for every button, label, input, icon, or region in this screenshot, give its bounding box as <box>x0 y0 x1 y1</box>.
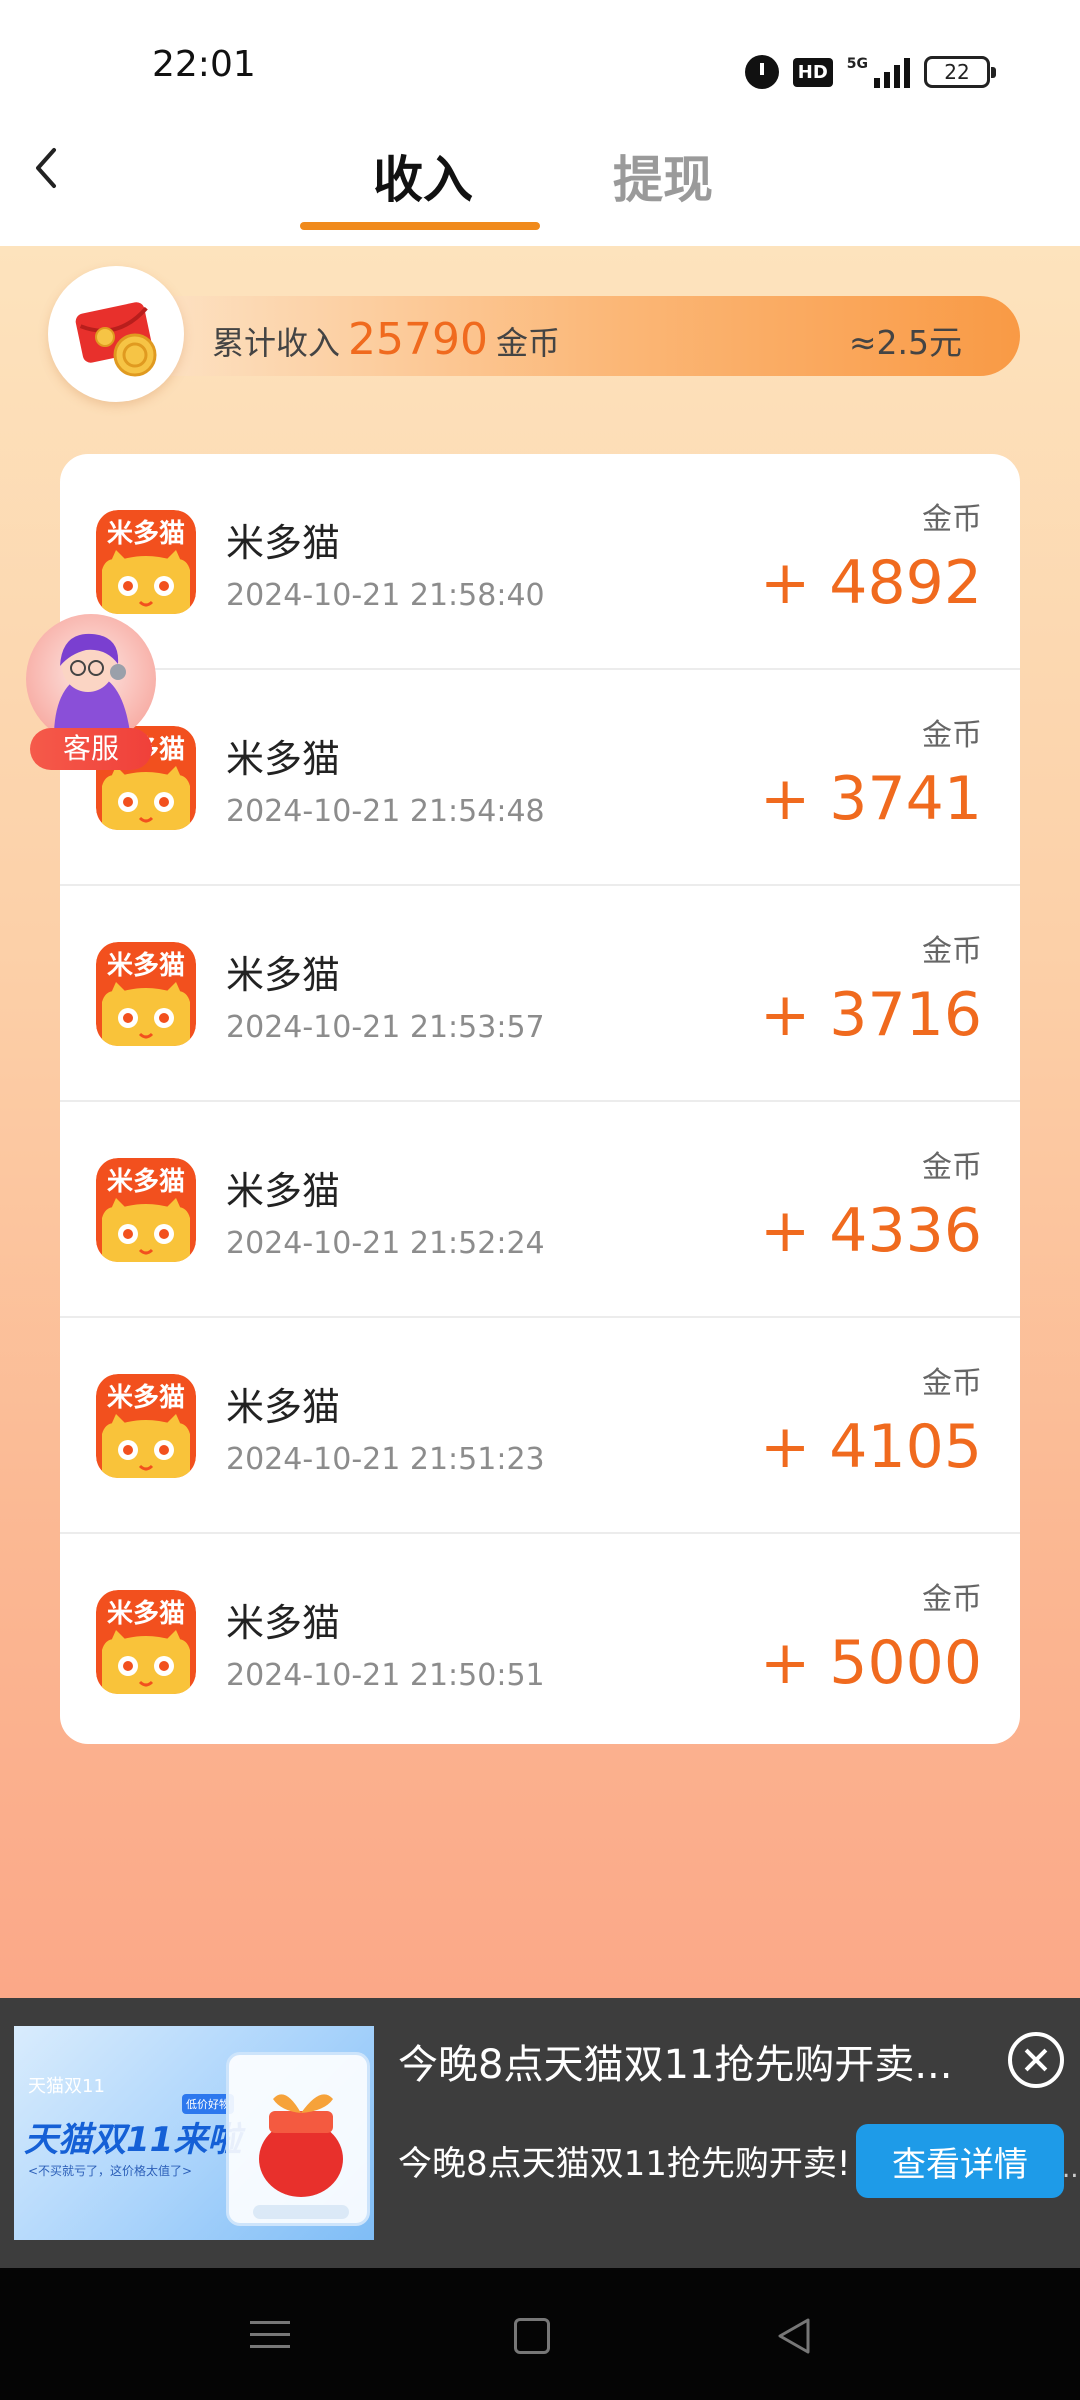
summary-text: 累计收入 25790 金币 <box>212 314 560 365</box>
record-time: 2024-10-21 21:50:51 <box>226 1658 545 1693</box>
ad-image[interactable]: 天猫双11 低价好物 天猫双11来啦 <不买就亏了，这价格太值了> <box>14 2026 374 2240</box>
record-time: 2024-10-21 21:58:40 <box>226 578 545 613</box>
app-icon-logo-text: 米多猫 <box>107 1599 185 1629</box>
record-amount: + 4105 <box>759 1412 982 1482</box>
system-navigation-bar <box>0 2268 1080 2400</box>
record-app-name: 米多猫 <box>226 1385 341 1429</box>
summary-label: 累计收入 <box>212 324 341 362</box>
record-amount: + 3716 <box>759 980 982 1050</box>
signal-icon: 5G <box>847 56 910 88</box>
tab-withdraw[interactable]: 提现 <box>613 140 713 212</box>
record-time: 2024-10-21 21:53:57 <box>226 1010 545 1045</box>
record-unit: 金币 <box>922 502 982 537</box>
status-time: 22:01 <box>152 44 256 85</box>
list-item: 米多猫 米多猫 2024-10-21 21:52:24 金币 + 4336 <box>60 1102 1020 1318</box>
ad-more-indicator: .. <box>1062 2154 1079 2184</box>
record-unit: 金币 <box>922 718 982 753</box>
app-icon-logo-text: 米多猫 <box>107 951 185 981</box>
app-icon-logo-text: 米多猫 <box>107 1383 185 1413</box>
gift-box-image <box>226 2052 370 2226</box>
record-time: 2024-10-21 21:51:23 <box>226 1442 545 1477</box>
record-app-name: 米多猫 <box>226 521 341 565</box>
ad-title[interactable]: 今晚8点天猫双11抢先购开卖... <box>398 2032 978 2090</box>
record-time: 2024-10-21 21:54:48 <box>226 794 545 829</box>
list-item: 米多猫 米多猫 2024-10-21 21:50:51 金币 + 5000 <box>60 1534 1020 1744</box>
mido-cat-app-icon: 米多猫 <box>96 1590 196 1694</box>
record-app-name: 米多猫 <box>226 1169 341 1213</box>
network-type: 5G <box>846 56 868 72</box>
header: 收入 提现 <box>0 110 1080 246</box>
summary-amount: 25790 <box>348 314 488 365</box>
record-amount: + 4892 <box>759 548 982 618</box>
list-item: 米多猫 米多猫 2024-10-21 21:51:23 金币 + 4105 <box>60 1318 1020 1534</box>
home-icon[interactable] <box>514 2318 550 2354</box>
back-button[interactable] <box>18 138 78 198</box>
status-icons: HD 5G 22 <box>744 52 996 92</box>
battery-icon: 22 <box>924 56 996 88</box>
customer-service-label: 客服 <box>30 728 152 770</box>
record-unit: 金币 <box>922 934 982 969</box>
ad-image-subtext: <不买就亏了，这价格太值了> <box>28 2164 193 2178</box>
list-item: 米多猫 米多猫 2024-10-21 21:53:57 金币 + 3716 <box>60 886 1020 1102</box>
mido-cat-app-icon: 米多猫 <box>96 1158 196 1262</box>
record-time: 2024-10-21 21:52:24 <box>226 1226 545 1261</box>
customer-service-avatar <box>26 614 156 744</box>
record-amount: + 4336 <box>759 1196 982 1266</box>
recent-apps-icon[interactable] <box>250 2312 298 2360</box>
record-unit: 金币 <box>922 1150 982 1185</box>
status-bar: 22:01 HD 5G 22 <box>0 0 1080 110</box>
nav-back-icon[interactable] <box>770 2312 818 2360</box>
chevron-left-icon <box>36 148 56 188</box>
ad-description[interactable]: 今晚8点天猫双11抢先购开卖! <box>398 2136 858 2185</box>
active-tab-indicator <box>300 222 540 230</box>
summary-approx-value: ≈2.5元 <box>848 323 962 362</box>
record-unit: 金币 <box>922 1366 982 1401</box>
record-app-name: 米多猫 <box>226 953 341 997</box>
ad-close-icon[interactable] <box>1008 2032 1064 2088</box>
red-envelope-icon <box>48 266 184 402</box>
app-icon-logo-text: 米多猫 <box>107 519 185 549</box>
ad-image-headline: 天猫双11来啦 <box>24 2120 242 2160</box>
app-icon-logo-text: 米多猫 <box>107 1167 185 1197</box>
alarm-icon <box>744 55 779 89</box>
ad-view-details-button[interactable]: 查看详情 <box>856 2124 1064 2198</box>
tab-income[interactable]: 收入 <box>373 140 473 212</box>
list-item: 米多猫 米多猫 2024-10-21 21:54:48 金币 + 3741 <box>60 670 1020 886</box>
record-amount: + 3741 <box>759 764 982 834</box>
record-app-name: 米多猫 <box>226 737 341 781</box>
summary-unit: 金币 <box>496 324 561 362</box>
list-item: 米多猫 米多猫 2024-10-21 21:58:40 金币 + 4892 <box>60 454 1020 670</box>
hd-icon: HD <box>792 57 833 87</box>
record-app-name: 米多猫 <box>226 1601 341 1645</box>
record-amount: + 5000 <box>759 1628 982 1698</box>
income-content: 累计收入 25790 金币 ≈2.5元 米多猫 米多猫 2024-10-21 2… <box>0 246 1080 1998</box>
mido-cat-app-icon: 米多猫 <box>96 510 196 614</box>
ad-image-small-text: 天猫双11 <box>28 2076 105 2097</box>
ad-banner[interactable]: 天猫双11 低价好物 天猫双11来啦 <不买就亏了，这价格太值了> 今晚8点天猫… <box>0 1998 1080 2268</box>
record-unit: 金币 <box>922 1582 982 1617</box>
mido-cat-app-icon: 米多猫 <box>96 942 196 1046</box>
customer-service-button[interactable]: 客服 <box>22 614 158 774</box>
income-list: 米多猫 米多猫 2024-10-21 21:58:40 金币 + 4892 米多… <box>60 454 1020 1744</box>
mido-cat-app-icon: 米多猫 <box>96 1374 196 1478</box>
